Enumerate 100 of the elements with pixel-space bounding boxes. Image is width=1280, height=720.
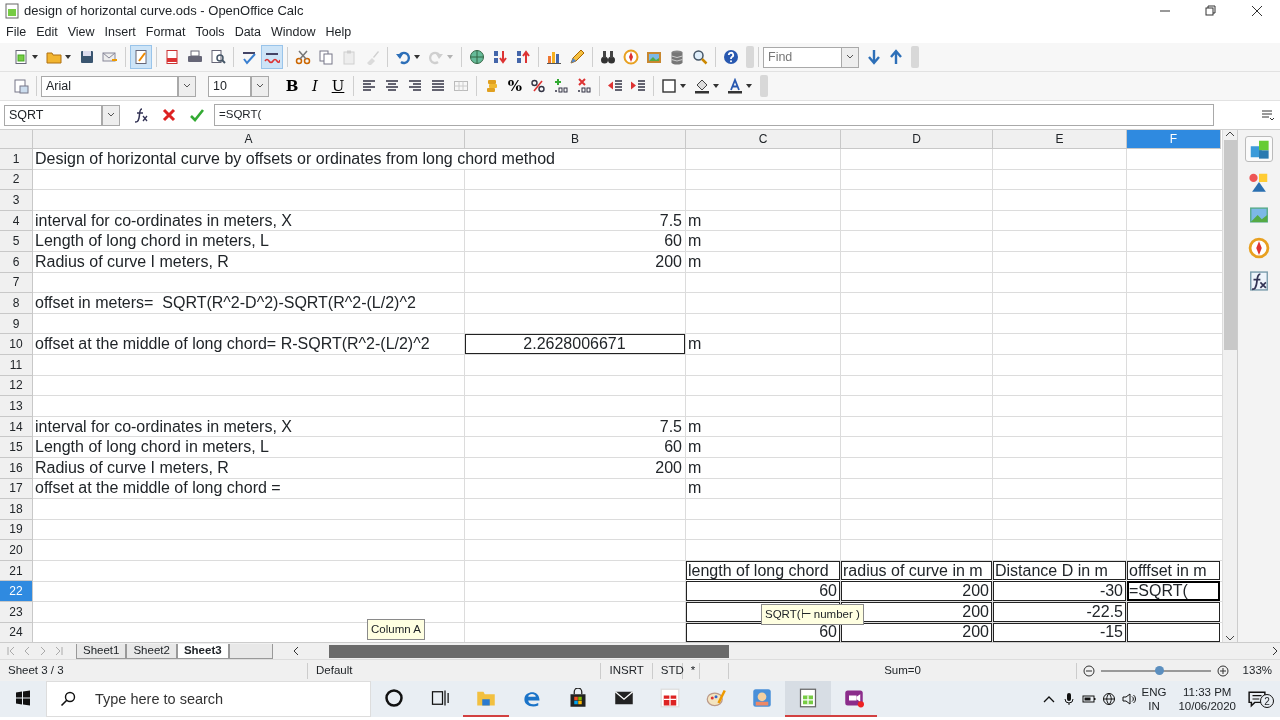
task-view-icon bbox=[430, 688, 450, 708]
row-header[interactable]: 20 bbox=[0, 540, 33, 561]
language-indicator[interactable]: ENG bbox=[1141, 684, 1167, 699]
row-header[interactable]: 11 bbox=[0, 354, 33, 376]
sheet-tab[interactable]: Sheet2 bbox=[126, 643, 177, 659]
toolbar-grip[interactable] bbox=[911, 46, 919, 68]
table-cell-text: interval for co-ordinates in meters, X bbox=[34, 210, 293, 231]
menu-item[interactable]: Tools bbox=[191, 23, 229, 42]
region-indicator[interactable]: IN bbox=[1148, 699, 1160, 714]
row-header[interactable]: 2 bbox=[0, 169, 33, 191]
row-header[interactable]: 23 bbox=[0, 602, 33, 623]
menu-item[interactable]: Edit bbox=[32, 23, 62, 42]
name-box[interactable]: SQRT bbox=[4, 104, 102, 126]
scroll-up-icon[interactable] bbox=[1225, 130, 1235, 138]
column-header[interactable]: D bbox=[841, 130, 993, 149]
column-header[interactable]: E bbox=[993, 130, 1127, 149]
toolbar-button[interactable]: U bbox=[327, 74, 349, 98]
page-style: Default bbox=[308, 662, 602, 679]
menu-item[interactable]: File bbox=[2, 23, 31, 42]
row-header[interactable]: 8 bbox=[0, 293, 33, 314]
zoom-slider[interactable] bbox=[1154, 665, 1164, 675]
save-icon bbox=[79, 49, 95, 65]
find-field[interactable]: Find bbox=[763, 46, 841, 68]
font-name-field[interactable]: Arial bbox=[41, 75, 178, 97]
microphone-icon[interactable] bbox=[1061, 692, 1076, 706]
globe-icon[interactable] bbox=[1101, 692, 1116, 706]
menu-item[interactable]: View bbox=[63, 23, 99, 42]
caret-icon bbox=[413, 53, 421, 61]
row-header[interactable]: 1 bbox=[0, 149, 33, 170]
notification-count[interactable]: 2 bbox=[1260, 694, 1274, 708]
merge-cells-icon bbox=[453, 78, 469, 94]
shapes-icon bbox=[1248, 171, 1270, 193]
delete-decimal-icon bbox=[576, 78, 592, 94]
vertical-scrollbar[interactable] bbox=[1222, 130, 1237, 642]
table-cell-text: 200 bbox=[654, 251, 683, 272]
table-cell: offfset in m bbox=[1127, 560, 1220, 581]
menu-item[interactable]: Window bbox=[267, 23, 320, 42]
pencil-icon bbox=[569, 49, 585, 65]
row-header[interactable]: 5 bbox=[0, 231, 33, 252]
menu-item[interactable]: Help bbox=[321, 23, 356, 42]
scrollbar-thumb[interactable] bbox=[1223, 140, 1237, 350]
row-header[interactable]: 6 bbox=[0, 251, 33, 273]
row-header[interactable]: 12 bbox=[0, 375, 33, 397]
row-header[interactable]: 14 bbox=[0, 416, 33, 438]
scroll-down-icon[interactable] bbox=[1225, 634, 1235, 642]
row-header[interactable]: 10 bbox=[0, 334, 33, 355]
tooltip: SQRT(⊢ number ) bbox=[761, 604, 864, 626]
zoom-out-icon[interactable] bbox=[1082, 664, 1095, 677]
toolbar-grip[interactable] bbox=[760, 75, 768, 97]
toolbar-button[interactable] bbox=[261, 45, 283, 69]
column-header[interactable]: A bbox=[33, 130, 465, 149]
expand-icon[interactable] bbox=[1260, 108, 1276, 122]
row-header[interactable]: 4 bbox=[0, 210, 33, 232]
scroll-right-icon[interactable] bbox=[1270, 646, 1280, 656]
row-header[interactable]: 15 bbox=[0, 437, 33, 458]
row-header[interactable]: 13 bbox=[0, 396, 33, 417]
formula-input[interactable]: =SQRT( bbox=[214, 104, 1214, 126]
search-field[interactable]: Type here to search bbox=[46, 681, 371, 717]
toolbar-grip[interactable] bbox=[746, 46, 754, 68]
menu-item[interactable]: Data bbox=[230, 23, 266, 42]
zoom-percentage[interactable]: 133% bbox=[1234, 662, 1280, 679]
menu-item[interactable]: Insert bbox=[100, 23, 140, 42]
row-header[interactable]: 17 bbox=[0, 478, 33, 500]
close-icon[interactable] bbox=[1251, 5, 1263, 17]
toolbar-button[interactable]: % bbox=[504, 74, 526, 98]
toolbar-button[interactable]: I bbox=[304, 74, 326, 98]
align-center-icon bbox=[384, 78, 400, 94]
menu-item[interactable]: Format bbox=[141, 23, 190, 42]
row-header[interactable]: 19 bbox=[0, 519, 33, 541]
edit-document-icon bbox=[133, 49, 149, 65]
column-header[interactable]: F bbox=[1127, 130, 1221, 149]
caret-icon bbox=[679, 82, 687, 90]
up-arrow-icon bbox=[888, 49, 904, 65]
row-header[interactable]: 7 bbox=[0, 272, 33, 294]
speaker-icon[interactable] bbox=[1121, 692, 1136, 706]
sheet-tab[interactable]: Sheet3 bbox=[176, 643, 229, 659]
styles-icon bbox=[13, 78, 29, 94]
row-header[interactable]: 18 bbox=[0, 499, 33, 520]
clock-time[interactable]: 11:33 PM bbox=[1183, 684, 1232, 699]
notification-icon[interactable] bbox=[1248, 690, 1266, 708]
column-header[interactable]: C bbox=[686, 130, 841, 149]
zoom-in-icon[interactable] bbox=[1216, 664, 1229, 677]
page-preview-icon bbox=[210, 49, 226, 65]
row-header[interactable]: 22 bbox=[0, 581, 33, 603]
scrollbar-thumb[interactable] bbox=[328, 644, 729, 658]
caret-icon bbox=[31, 53, 39, 61]
battery-icon[interactable] bbox=[1081, 692, 1096, 706]
toolbar-button[interactable]: B bbox=[281, 74, 303, 98]
row-header[interactable]: 9 bbox=[0, 313, 33, 335]
sheet-tab[interactable]: Sheet1 bbox=[76, 643, 127, 659]
font-color-icon bbox=[727, 78, 743, 94]
restore-icon[interactable] bbox=[1205, 5, 1217, 17]
zoom-track[interactable] bbox=[1100, 669, 1211, 672]
toolbar-button[interactable] bbox=[130, 45, 152, 69]
font-size-field[interactable]: 10 bbox=[208, 75, 251, 97]
clock-date[interactable]: 10/06/2020 bbox=[1178, 699, 1236, 714]
row-header[interactable]: 16 bbox=[0, 457, 33, 479]
row-header[interactable]: 21 bbox=[0, 560, 33, 582]
column-header[interactable]: B bbox=[465, 130, 686, 149]
row-header[interactable]: 3 bbox=[0, 190, 33, 211]
